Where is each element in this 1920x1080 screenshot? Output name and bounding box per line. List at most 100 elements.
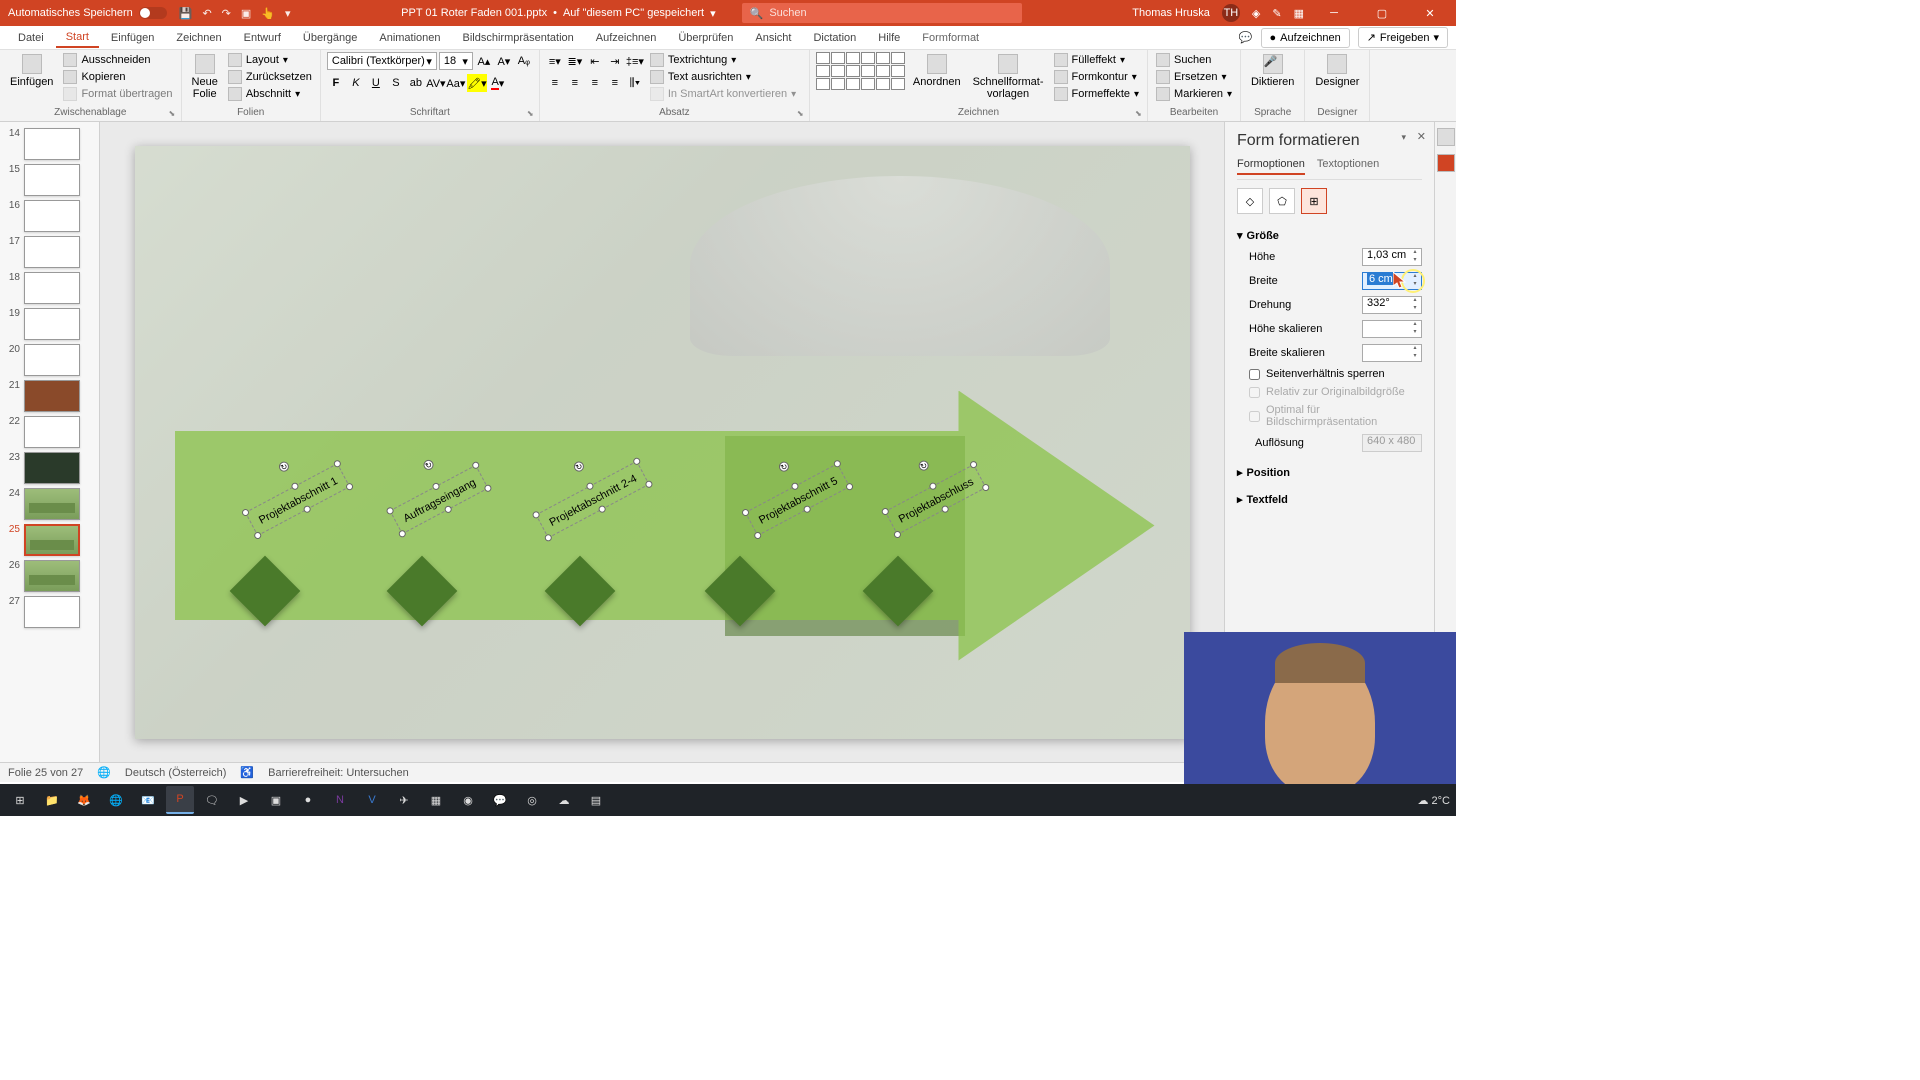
launcher-icon[interactable]: ⬊ xyxy=(797,109,807,119)
launcher-icon[interactable]: ⬊ xyxy=(527,109,537,119)
pen-icon[interactable]: ✎ xyxy=(1272,7,1281,20)
align-center-button[interactable]: ≡ xyxy=(566,74,584,92)
shrink-font-icon[interactable]: A▾ xyxy=(495,52,513,70)
maximize-button[interactable]: ▢ xyxy=(1364,0,1400,26)
dictate-button[interactable]: 🎤Diktieren xyxy=(1247,52,1298,90)
firefox-icon[interactable]: 🦊 xyxy=(70,786,98,814)
thumb-19[interactable] xyxy=(24,308,80,340)
pane-close-icon[interactable]: ✕ xyxy=(1417,130,1426,143)
autosave-toggle[interactable]: Automatisches Speichern xyxy=(8,7,167,19)
slide-canvas[interactable]: Projektabschnitt 1 ↻ Auftragseingang ↻ P… xyxy=(100,122,1224,762)
window-icon[interactable]: ▦ xyxy=(1294,7,1304,20)
thumb-16[interactable] xyxy=(24,200,80,232)
smartart-button[interactable]: In SmartArt konvertieren ▾ xyxy=(648,86,798,102)
thumb-20[interactable] xyxy=(24,344,80,376)
columns-button[interactable]: ⫼▾ xyxy=(626,74,644,92)
accessibility-status[interactable]: Barrierefreiheit: Untersuchen xyxy=(268,767,409,779)
lang-icon[interactable]: 🌐 xyxy=(97,766,111,779)
numbering-button[interactable]: ≣▾ xyxy=(566,52,584,70)
layout-button[interactable]: Layout ▾ xyxy=(226,52,314,68)
thumb-27[interactable] xyxy=(24,596,80,628)
copy-button[interactable]: Kopieren xyxy=(61,69,174,85)
tab-start[interactable]: Start xyxy=(56,28,99,48)
rotation-input[interactable]: 332°▴▾ xyxy=(1362,296,1422,314)
font-color-button[interactable]: A▾ xyxy=(489,74,507,92)
tab-datei[interactable]: Datei xyxy=(8,29,54,47)
strike-button[interactable]: S xyxy=(387,74,405,92)
cut-button[interactable]: Ausschneiden xyxy=(61,52,174,68)
rail-button-2[interactable] xyxy=(1437,154,1455,172)
visio-icon[interactable]: V xyxy=(358,786,386,814)
font-size-select[interactable]: 18▾ xyxy=(439,52,473,70)
app-icon-7[interactable]: ◎ xyxy=(518,786,546,814)
close-button[interactable]: ✕ xyxy=(1412,0,1448,26)
shape-fill-button[interactable]: Fülleffekt ▾ xyxy=(1052,52,1142,68)
case-button[interactable]: Aa▾ xyxy=(447,74,465,92)
new-slide-button[interactable]: Neue Folie xyxy=(188,52,222,102)
justify-button[interactable]: ≡ xyxy=(606,74,624,92)
rail-button-1[interactable] xyxy=(1437,128,1455,146)
app-icon-4[interactable]: ▦ xyxy=(422,786,450,814)
search-box[interactable]: 🔍 Suchen xyxy=(742,3,1022,23)
launcher-icon[interactable]: ⬊ xyxy=(169,109,179,119)
launcher-icon[interactable]: ⬊ xyxy=(1135,109,1145,119)
tab-uebergaenge[interactable]: Übergänge xyxy=(293,29,367,47)
pane-collapse-icon[interactable]: ▾ xyxy=(1401,132,1406,143)
fill-line-icon[interactable]: ◇ xyxy=(1237,188,1263,214)
tab-entwurf[interactable]: Entwurf xyxy=(234,29,291,47)
bullets-button[interactable]: ≡▾ xyxy=(546,52,564,70)
redo-icon[interactable]: ↷ xyxy=(222,7,231,20)
thumb-17[interactable] xyxy=(24,236,80,268)
thumb-18[interactable] xyxy=(24,272,80,304)
tab-dictation[interactable]: Dictation xyxy=(803,29,866,47)
accessibility-icon[interactable]: ♿ xyxy=(240,766,254,779)
bold-button[interactable]: F xyxy=(327,74,345,92)
app-icon-3[interactable]: ● xyxy=(294,786,322,814)
line-spacing-button[interactable]: ‡≡▾ xyxy=(626,52,644,70)
tab-einfuegen[interactable]: Einfügen xyxy=(101,29,164,47)
designer-button[interactable]: Designer xyxy=(1311,52,1363,90)
thumb-22[interactable] xyxy=(24,416,80,448)
save-icon[interactable]: 💾 xyxy=(179,7,193,20)
tab-formformat[interactable]: Formformat xyxy=(912,29,989,47)
replace-button[interactable]: Ersetzen ▾ xyxy=(1154,69,1234,85)
select-button[interactable]: Markieren ▾ xyxy=(1154,86,1234,102)
shape-effects-button[interactable]: Formeffekte ▾ xyxy=(1052,86,1142,102)
record-button[interactable]: ● Aufzeichnen xyxy=(1261,28,1350,48)
slide-counter[interactable]: Folie 25 von 27 xyxy=(8,767,83,779)
tab-aufzeichnen[interactable]: Aufzeichnen xyxy=(586,29,667,47)
format-painter-button[interactable]: Format übertragen xyxy=(61,86,174,102)
section-position[interactable]: ▸ Position xyxy=(1237,463,1422,482)
present-icon[interactable]: ▣ xyxy=(241,7,251,20)
underline-button[interactable]: U xyxy=(367,74,385,92)
shape-outline-button[interactable]: Formkontur ▾ xyxy=(1052,69,1142,85)
qat-more-icon[interactable]: ▾ xyxy=(285,7,291,20)
tab-hilfe[interactable]: Hilfe xyxy=(868,29,910,47)
effects-icon[interactable]: ⬠ xyxy=(1269,188,1295,214)
thumb-23[interactable] xyxy=(24,452,80,484)
touch-mode-icon[interactable]: 👆 xyxy=(261,7,275,20)
indent-dec-button[interactable]: ⇤ xyxy=(586,52,604,70)
tab-shape-options[interactable]: Formoptionen xyxy=(1237,158,1305,175)
onenote-icon[interactable]: N xyxy=(326,786,354,814)
undo-icon[interactable]: ↶ xyxy=(202,7,211,20)
powerpoint-icon[interactable]: P xyxy=(166,786,194,814)
align-left-button[interactable]: ≡ xyxy=(546,74,564,92)
thumb-25[interactable] xyxy=(24,524,80,556)
app-icon-5[interactable]: ◉ xyxy=(454,786,482,814)
app-icon-6[interactable]: 💬 xyxy=(486,786,514,814)
spacing-button[interactable]: AV▾ xyxy=(427,74,445,92)
section-size[interactable]: ▾ Größe xyxy=(1237,226,1422,245)
user-avatar[interactable]: TH xyxy=(1222,4,1240,22)
app-icon-2[interactable]: ▣ xyxy=(262,786,290,814)
thumb-26[interactable] xyxy=(24,560,80,592)
thumb-21[interactable] xyxy=(24,380,80,412)
find-button[interactable]: Suchen xyxy=(1154,52,1234,68)
toggle-switch[interactable] xyxy=(139,7,167,19)
italic-button[interactable]: K xyxy=(347,74,365,92)
align-text-button[interactable]: Text ausrichten ▾ xyxy=(648,69,798,85)
thumb-14[interactable] xyxy=(24,128,80,160)
explorer-icon[interactable]: 📁 xyxy=(38,786,66,814)
indent-inc-button[interactable]: ⇥ xyxy=(606,52,624,70)
telegram-icon[interactable]: ✈ xyxy=(390,786,418,814)
